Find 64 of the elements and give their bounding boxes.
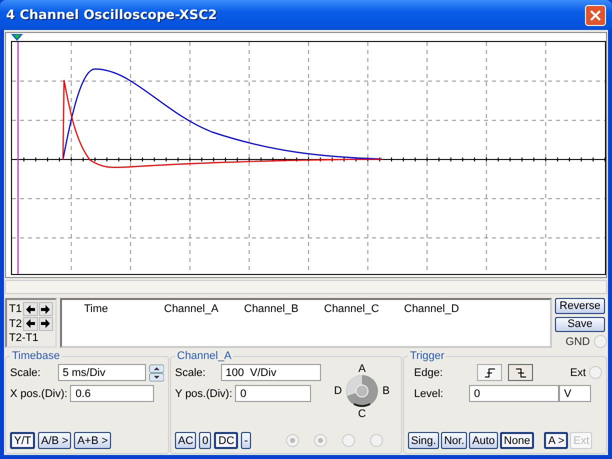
- field-label: Scale:: [10, 366, 41, 378]
- field-label: Y pos.(Div):: [175, 388, 232, 400]
- channel-radio[interactable]: [370, 434, 383, 447]
- unit-field[interactable]: V: [559, 385, 591, 402]
- mode-button[interactable]: A+B >: [74, 432, 111, 449]
- trigger-mode-button[interactable]: None: [500, 432, 534, 449]
- cursor-left-button[interactable]: [23, 302, 38, 316]
- coupling-button[interactable]: DC: [214, 432, 238, 449]
- trigger-mode-button[interactable]: Sing.: [408, 432, 440, 449]
- edge-button[interactable]: [477, 364, 502, 381]
- cursor-diff-label: T2-T1: [9, 332, 40, 344]
- cursor-left-button[interactable]: [23, 316, 38, 331]
- channel-radio[interactable]: [314, 434, 327, 447]
- rising-edge-icon: [484, 368, 496, 378]
- column-header: Channel_A: [164, 303, 220, 317]
- field-label: X pos.(Div):: [10, 388, 68, 400]
- close-button[interactable]: [585, 4, 606, 26]
- mode-button[interactable]: A/B >: [38, 432, 72, 449]
- column-header: Channel_C: [324, 303, 380, 317]
- panel-title: Trigger: [409, 350, 446, 362]
- ext-radio[interactable]: [589, 366, 602, 379]
- knob-label: C: [358, 408, 366, 420]
- level-field[interactable]: 0: [469, 385, 559, 402]
- knob-label: A: [358, 362, 366, 374]
- scale-field[interactable]: 5 ms/Div: [58, 364, 146, 381]
- panel-title: Channel_A: [176, 350, 232, 362]
- action-button[interactable]: Reverse: [555, 298, 605, 314]
- spinner-icon[interactable]: [148, 364, 164, 382]
- action-button[interactable]: Save: [555, 316, 605, 332]
- column-header: Channel_D: [404, 303, 460, 317]
- window-title: 4 Channel Oscilloscope-XSC2: [6, 8, 218, 22]
- x-position-field[interactable]: 0.6: [70, 385, 154, 402]
- falling-edge-icon: [514, 368, 526, 378]
- coupling-button[interactable]: -: [241, 432, 251, 449]
- y-position-field[interactable]: 0: [235, 385, 312, 402]
- field-label: Edge:: [413, 366, 444, 378]
- cursor-right-button[interactable]: [38, 316, 53, 331]
- ext-label: Ext: [570, 366, 586, 378]
- trigger-mode-button[interactable]: Nor.: [441, 432, 468, 449]
- knob-label: D: [334, 385, 342, 397]
- field-label: Scale:: [175, 366, 206, 378]
- channel-knob[interactable]: [345, 374, 379, 408]
- channel-radio[interactable]: [286, 434, 299, 447]
- gnd-radio[interactable]: [594, 335, 607, 348]
- close-icon: [590, 10, 601, 20]
- cursor-label: T2: [9, 318, 22, 330]
- coupling-button[interactable]: 0: [199, 432, 212, 449]
- coupling-button[interactable]: AC: [175, 432, 196, 449]
- column-header: Channel_B: [244, 303, 300, 317]
- scale-field[interactable]: 100 V/Div: [220, 364, 321, 381]
- scrollbar[interactable]: [5, 280, 607, 294]
- panel-title: Timebase: [11, 350, 61, 362]
- column-header: Time: [84, 303, 110, 317]
- trigger-marker-icon: [11, 34, 23, 41]
- trigger-mode-button[interactable]: Auto: [469, 432, 498, 449]
- cursor-label: T1: [9, 303, 22, 316]
- edge-button[interactable]: [508, 364, 533, 381]
- mode-button[interactable]: Y/T: [10, 432, 36, 449]
- gnd-label: GND: [566, 336, 590, 348]
- cursor-right-button[interactable]: [38, 302, 53, 316]
- source-button[interactable]: A >: [544, 432, 568, 449]
- channel-radio[interactable]: [342, 434, 355, 447]
- knob-label: B: [382, 385, 390, 397]
- field-label: Level:: [413, 388, 444, 400]
